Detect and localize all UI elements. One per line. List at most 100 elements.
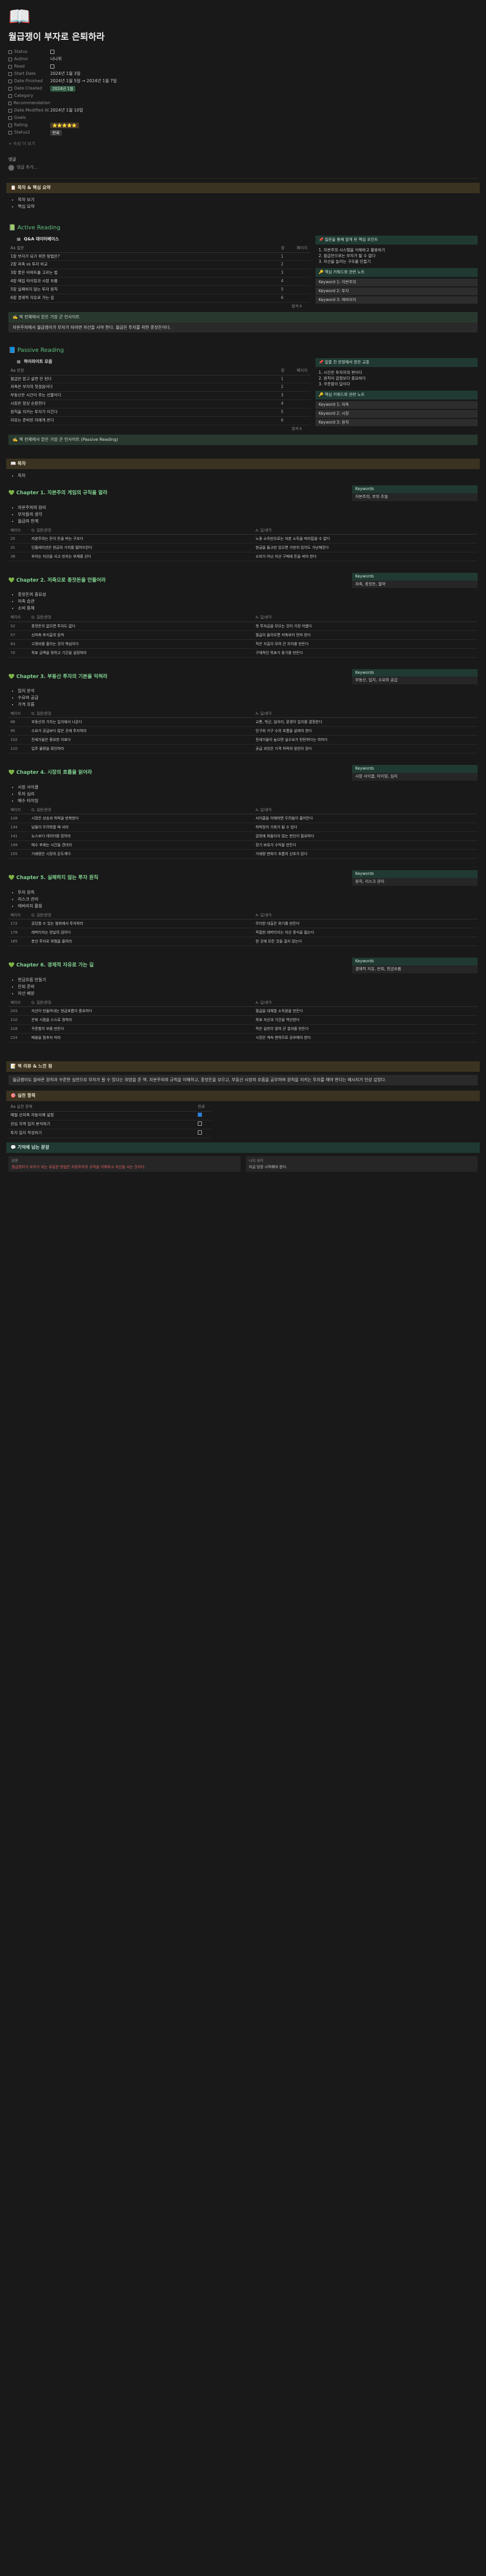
cell-question[interactable]: 시장은 항상 순환한다 — [8, 399, 279, 409]
column-header[interactable]: Q. 질문/문장 — [29, 999, 254, 1007]
cell-question[interactable]: 자유는 준비된 자에게 온다 — [8, 416, 279, 425]
table-row[interactable]: 원칙을 지키는 투자가 이긴다 5 — [8, 408, 310, 417]
table-row[interactable]: 1장 부자가 되기 위한 방법은? 1 — [8, 252, 310, 261]
passive-db-title[interactable]: 하이라이트 모음 — [24, 359, 52, 365]
table-row[interactable]: 3장 좋은 아파트를 고르는 법3 — [8, 269, 310, 278]
chapter-bullet-item[interactable]: 시장 사이클 — [18, 784, 473, 791]
keyword-item[interactable]: Keyword 3: 레버리지 — [315, 296, 478, 304]
chapter-bullet-item[interactable]: 소비 통제 — [18, 605, 473, 612]
property-key[interactable]: Status — [8, 49, 50, 55]
show-more-properties-button[interactable]: + 속성 더 보기 — [8, 139, 478, 151]
table-row[interactable]: 88 부동산의 가치는 입지에서 나온다 교통, 학군, 일자리, 환경이 입지를 … — [8, 717, 478, 727]
page-title[interactable]: 월급쟁이 부자로 은퇴하라 — [0, 28, 486, 48]
cell-answer[interactable]: 월급이 들어오면 저축부터 먼저 한다 — [253, 630, 478, 640]
cell-question[interactable]: 6장 경제적 자유로 가는 길 — [8, 294, 279, 303]
property-key[interactable]: Goals — [8, 115, 50, 121]
column-header[interactable]: 페이지 — [8, 912, 29, 920]
column-header[interactable]: A. 답/생각 — [253, 999, 478, 1007]
column-header[interactable]: A. 답/생각 — [253, 912, 478, 920]
property-key[interactable]: Category — [8, 93, 50, 99]
cell-question[interactable]: 부동산의 가치는 입지에서 나온다 — [29, 717, 254, 727]
cell-question[interactable]: 3장 좋은 아파트를 고르는 법 — [8, 269, 279, 278]
chapter-title[interactable]: 💚 Chapter 3. 부동산 투자의 기본을 익혀라 — [8, 673, 107, 681]
table-row[interactable]: 부동산은 시간이 주는 선물이다 3 — [8, 391, 310, 401]
column-header[interactable]: Q. 질문/문장 — [29, 614, 254, 622]
table-row[interactable]: 203 자산이 만들어내는 현금흐름이 중요하다 월급을 대체할 소득원을 만든다 — [8, 1006, 478, 1016]
keyword-item[interactable]: Keyword 1: 저축 — [315, 401, 478, 409]
cell-question[interactable]: 수요가 공급보다 많은 곳에 투자하라 — [29, 726, 254, 736]
cell-question[interactable]: 꾸준함이 부를 만든다 — [29, 1024, 254, 1034]
table-row[interactable]: 155 거래량은 시장의 온도계다 거래량 변화가 흐름의 신호가 된다 — [8, 849, 478, 859]
table-row[interactable]: 172 감당할 수 있는 범위에서 투자하라 무리한 대출은 위기를 만든다 — [8, 919, 478, 929]
column-header[interactable]: 페이지 — [8, 710, 29, 718]
keywords-value[interactable]: 시장 사이클, 타이밍, 심리 — [352, 773, 478, 781]
chapter-bullet-item[interactable]: 투자 심리 — [18, 791, 473, 797]
table-row[interactable]: 218 꾸준함이 부를 만든다 작은 실천이 쌓여 큰 결과를 만든다 — [8, 1024, 478, 1034]
cell-question[interactable]: 자본주의는 돈이 돈을 버는 구조다 — [29, 534, 254, 543]
quote-header[interactable]: 💬 기억에 남는 문장 — [6, 1142, 480, 1153]
cell-answer[interactable]: 한 곳에 모든 것을 걸지 않는다 — [253, 937, 478, 947]
cell-action[interactable]: 매월 선저축 자동이체 설정 — [8, 1111, 196, 1121]
cell-answer[interactable]: 구체적인 목표가 동기를 만든다 — [253, 648, 478, 658]
toc-item[interactable]: 핵심 요약 — [18, 203, 473, 210]
chapter-bullet-item[interactable]: 가격 흐름 — [18, 701, 473, 708]
cell-question[interactable]: 레버리지는 양날의 검이다 — [29, 928, 254, 938]
checkbox-icon[interactable] — [198, 1130, 202, 1135]
review-body[interactable]: 월급쟁이도 올바른 원칙과 꾸준한 실천으로 부자가 될 수 있다는 희망을 준… — [8, 1075, 478, 1086]
table-row[interactable]: 185 분산 투자로 위험을 줄여라 한 곳에 모든 것을 걸지 않는다 — [8, 937, 478, 947]
column-header[interactable]: 페이지 — [8, 526, 29, 535]
table-row[interactable]: 관심 지역 입지 분석하기 — [8, 1120, 211, 1129]
table-row[interactable]: 월급만 믿고 살면 안 된다 1 — [8, 375, 310, 384]
section-toc-header[interactable]: 📋 목차 & 핵심 요약 — [6, 182, 480, 194]
checkbox-icon[interactable] — [50, 50, 54, 54]
keyword-item[interactable]: Keyword 1: 자본주의 — [315, 278, 478, 286]
cell-answer[interactable]: 하락장이 기회가 될 수 있다 — [253, 823, 478, 832]
table-row[interactable]: 110 입주 물량을 확인하라 공급 과잉은 가격 하락의 원인이 된다 — [8, 744, 478, 754]
comment-input[interactable]: 댓글 추가... — [17, 164, 38, 171]
table-row[interactable]: 저축은 부자의 첫걸음이다 2 — [8, 383, 310, 392]
property-key[interactable]: Status2 — [8, 129, 50, 136]
cell-question[interactable]: 인플레이션은 현금의 가치를 떨어뜨린다 — [29, 543, 254, 552]
cell-action[interactable]: 투자 일지 작성하기 — [8, 1129, 196, 1138]
chapter-bullet-item[interactable]: 입지 분석 — [18, 687, 473, 694]
keyword-item[interactable]: Keyword 3: 원칙 — [315, 418, 478, 427]
table-row[interactable]: 31 인플레이션은 현금의 가치를 떨어뜨린다 현금을 들고만 있으면 가만히 있어… — [8, 543, 478, 552]
cell-question[interactable]: 부자는 자산을 사고 빈자는 부채를 산다 — [29, 552, 254, 561]
cell-answer[interactable]: 시장은 계속 변하므로 공부해야 한다 — [253, 1033, 478, 1043]
cell-question[interactable]: 거래량은 시장의 온도계다 — [29, 849, 254, 859]
cell-answer[interactable]: 공급 과잉은 가격 하락의 원인이 된다 — [253, 744, 478, 754]
table-row[interactable]: 210 은퇴 시점을 스스로 정하라 목표 자산과 기간을 역산한다 — [8, 1015, 478, 1025]
property-key[interactable]: Date Modified At — [8, 107, 50, 114]
table-row[interactable]: 25 자본주의는 돈이 돈을 버는 구조다 노동 소득만으로는 자본 소득을 따라잡… — [8, 534, 478, 543]
property-key[interactable]: Author — [8, 56, 50, 62]
keywords-value[interactable]: 자본주의, 부의 추월 — [352, 493, 478, 501]
table-row[interactable]: 141 뉴스보다 데이터를 믿어라 감정에 휘둘리지 않는 판단이 필요하다 — [8, 831, 478, 841]
table-row[interactable]: 149 매수 후에는 시간을 견뎌라 장기 보유가 수익을 만든다 — [8, 840, 478, 850]
property-key[interactable]: Recommendation — [8, 100, 50, 106]
column-header[interactable]: Aa 실천 항목 — [8, 1103, 196, 1112]
cell-question[interactable]: 목표 금액을 정하고 기간을 설정하라 — [29, 648, 254, 658]
column-header[interactable]: 완료 — [196, 1103, 211, 1112]
cell-answer[interactable]: 현금을 들고만 있으면 가만히 있어도 가난해진다 — [253, 543, 478, 552]
quote-right-text[interactable]: 지금 당장 시작해야 한다. — [249, 1164, 475, 1170]
table-row[interactable]: 128 시장은 상승과 하락을 반복한다 사이클을 이해하면 두려움이 줄어든다 — [8, 814, 478, 824]
cell-question[interactable]: 저축은 부자의 첫걸음이다 — [8, 383, 279, 392]
chapter-title[interactable]: 💚 Chapter 4. 시장의 흐름을 읽어라 — [8, 769, 92, 776]
table-row[interactable]: 6장 경제적 자유로 가는 길6 — [8, 294, 310, 303]
property-value[interactable]: 2024년 1월 3일 — [50, 71, 81, 77]
chapter-bullet-item[interactable]: 자산 배분 — [18, 990, 473, 997]
table-row[interactable]: 5장 실패하지 않는 투자 원칙 5 — [8, 285, 310, 294]
cell-question[interactable]: 2장 저축 vs 투자 비교 — [8, 260, 279, 270]
chapter-bullet-item[interactable]: 자본주의의 원리 — [18, 504, 473, 511]
cell-answer[interactable]: 작은 지출이 모여 큰 차이를 만든다 — [253, 639, 478, 649]
cell-answer[interactable]: 무리한 대출은 위기를 만든다 — [253, 919, 478, 929]
table-row[interactable]: 4장 매입 타이밍과 시장 흐름 4 — [8, 277, 310, 286]
keywords-value[interactable]: 부동산, 입지, 수요와 공급 — [352, 676, 478, 685]
toc-item[interactable]: 목차 보기 — [18, 196, 473, 203]
property-value[interactable] — [50, 64, 54, 69]
cell-answer[interactable]: 전세가율이 높으면 실수요가 탄탄하다는 의미다 — [253, 735, 478, 745]
cell-question[interactable]: 은퇴 시점을 스스로 정하라 — [29, 1015, 254, 1025]
column-header[interactable]: 페이지 — [295, 367, 310, 375]
detail-item[interactable]: 목차 — [18, 472, 473, 479]
table-row[interactable]: 52 종잣돈이 없으면 투자도 없다 첫 투자금을 모으는 것이 가장 어렵다 — [8, 621, 478, 631]
